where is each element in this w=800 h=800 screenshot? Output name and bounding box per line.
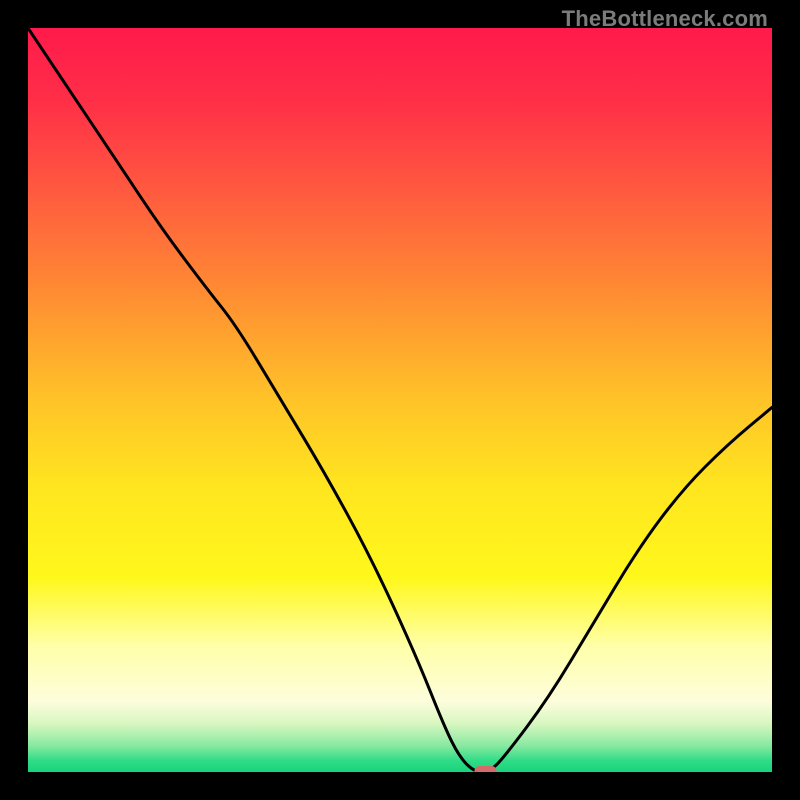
plot-area (28, 28, 772, 772)
watermark-text: TheBottleneck.com (562, 6, 768, 32)
bottleneck-curve (28, 28, 772, 772)
chart-frame: TheBottleneck.com (0, 0, 800, 800)
optimal-marker (474, 766, 496, 772)
